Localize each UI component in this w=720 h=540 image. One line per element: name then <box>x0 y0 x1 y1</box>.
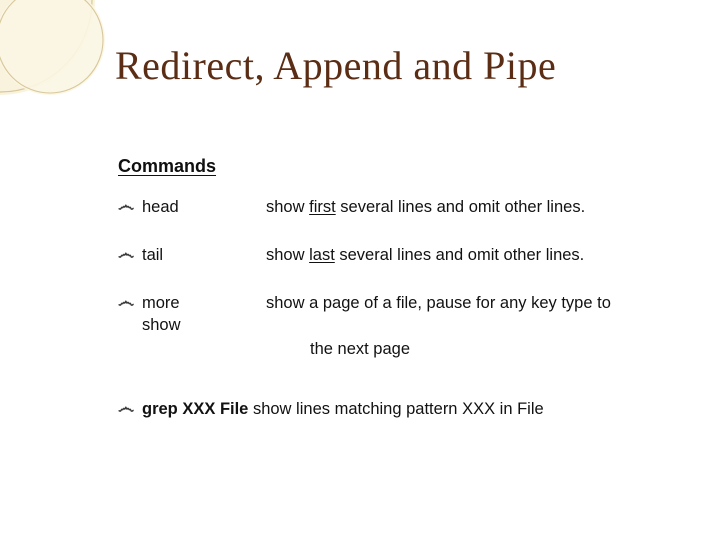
bullet-icon: ෴ <box>118 292 142 312</box>
list-item: ෴ grep XXX File show lines matching patt… <box>118 398 660 420</box>
bullet-icon: ෴ <box>118 196 142 216</box>
command-description: show a page of a file, pause for any key… <box>266 292 660 314</box>
bullet-icon: ෴ <box>118 398 142 418</box>
command-list: ෴ head show first several lines and omit… <box>118 196 660 362</box>
command-name: tail <box>142 244 266 266</box>
command-description: show first several lines and omit other … <box>266 196 660 218</box>
list-item: ෴ tail show last several lines and omit … <box>118 244 660 266</box>
command-name: head <box>142 196 266 218</box>
slide-title: Redirect, Append and Pipe <box>115 42 556 89</box>
command-name: grep XXX File <box>142 400 248 418</box>
bullet-icon: ෴ <box>118 244 142 264</box>
section-heading: Commands <box>118 156 216 177</box>
description-continuation: the next page <box>0 340 720 359</box>
list-item: ෴ head show first several lines and omit… <box>118 196 660 218</box>
list-item: ෴ more show show a page of a file, pause… <box>118 292 660 336</box>
command-description: show last several lines and omit other l… <box>266 244 660 266</box>
command-name: more show <box>142 292 266 336</box>
command-description: grep XXX File show lines matching patter… <box>142 398 660 420</box>
